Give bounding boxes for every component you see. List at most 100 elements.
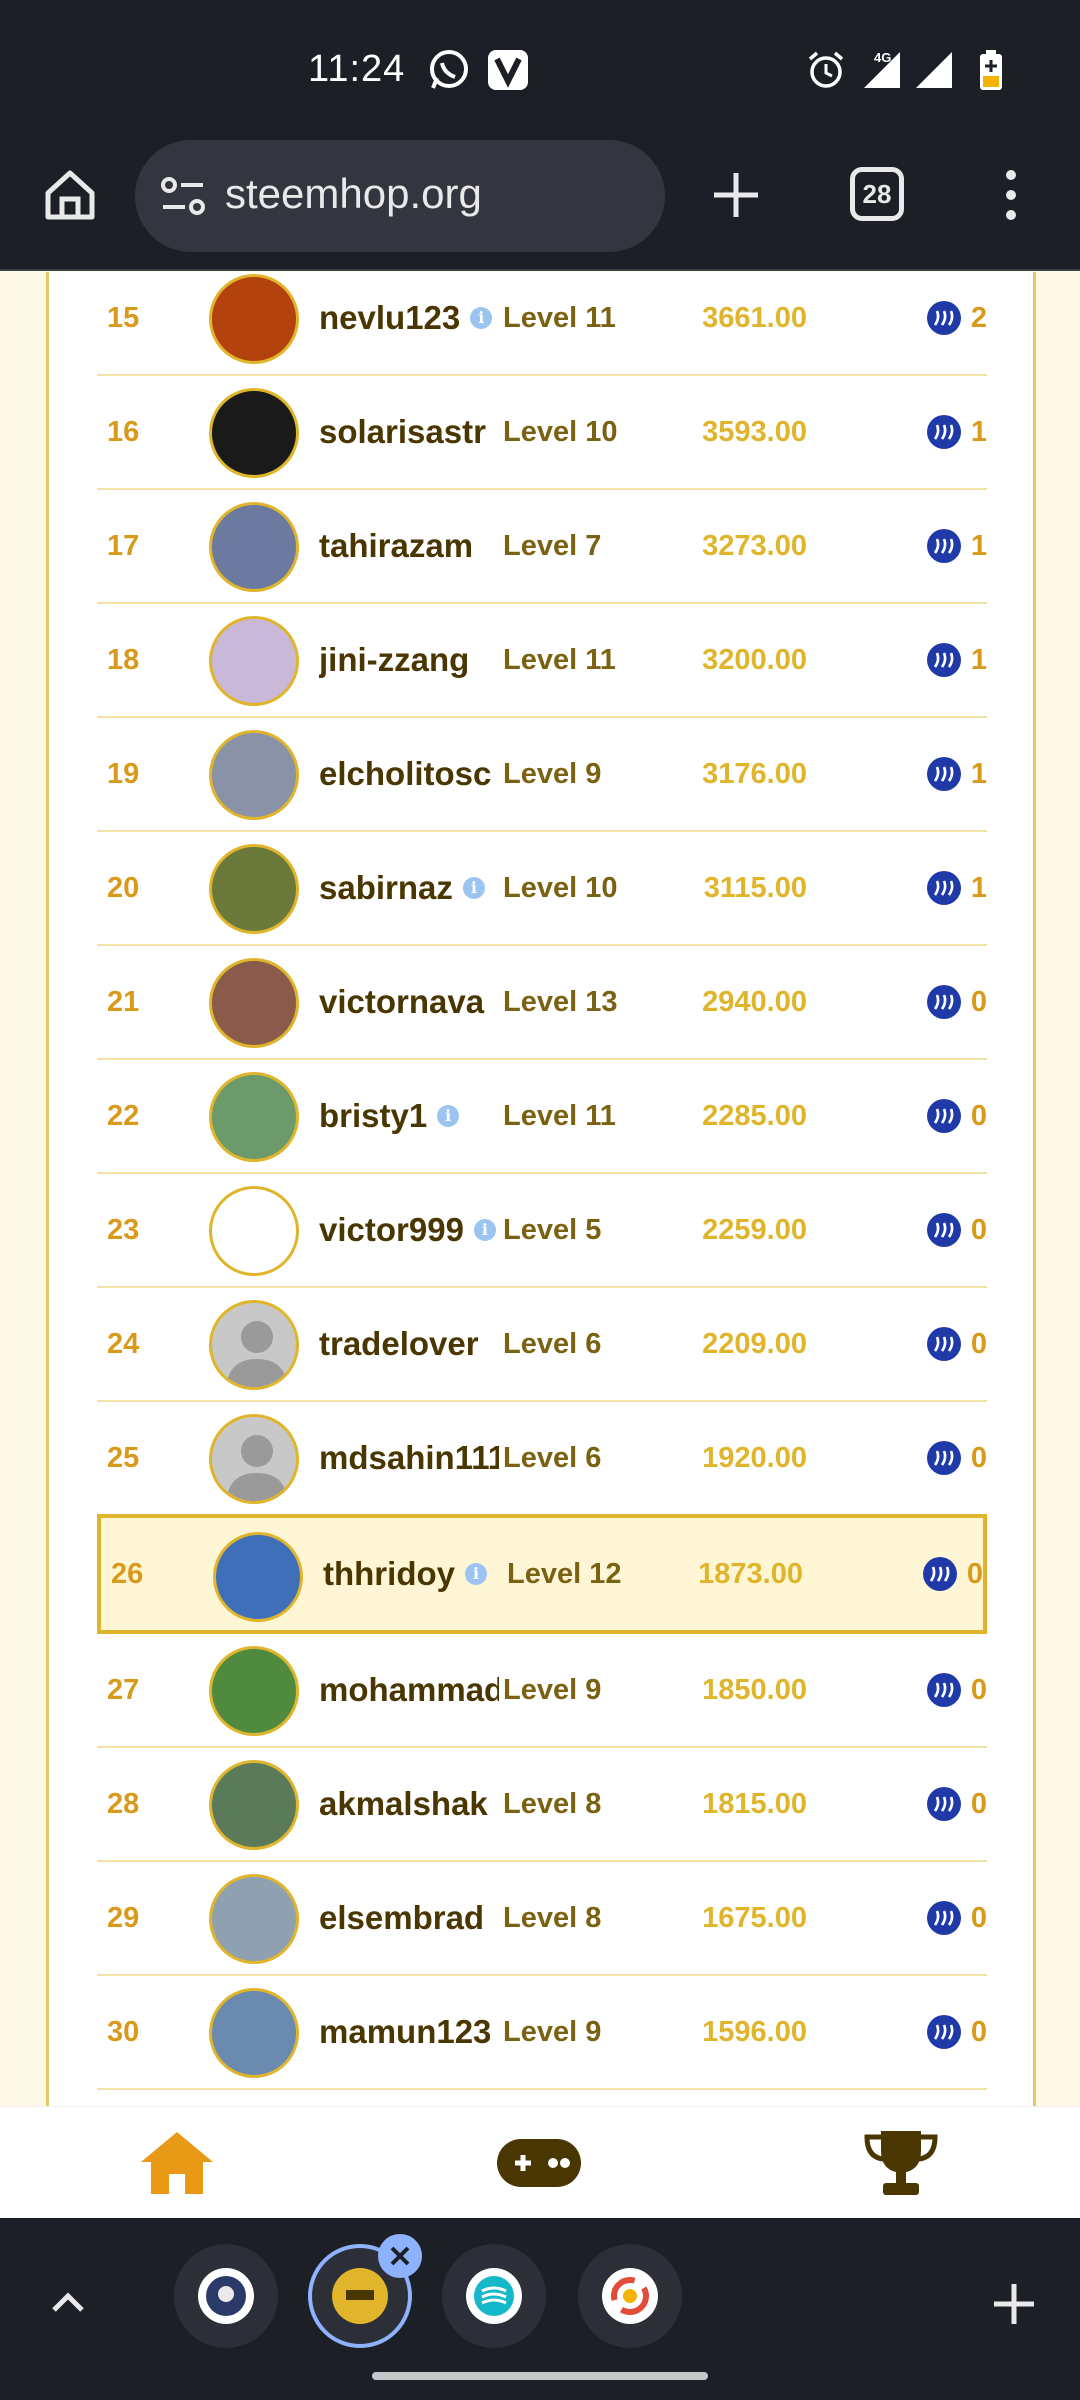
username[interactable]: solarisastr <box>319 376 499 488</box>
steem-icon <box>926 1441 961 1475</box>
rank-number: 25 <box>107 1441 140 1474</box>
steem-icon <box>926 415 961 449</box>
leaderboard-row[interactable]: 20 sabirnaz i Level 10 3115.00 1 <box>97 832 987 946</box>
tab-switcher-button[interactable]: 28 <box>850 167 904 221</box>
leaderboard-row[interactable]: 18 jini-zzang Level 11 3200.00 1 <box>97 604 987 718</box>
leaderboard-row[interactable]: 28 akmalshak Level 8 1815.00 0 <box>97 1748 987 1862</box>
score-value: 3200.00 <box>702 643 807 676</box>
leaderboard-row[interactable]: 15 nevlu123 i Level 11 3661.00 2 <box>97 272 987 376</box>
info-icon[interactable]: i <box>470 307 493 329</box>
level-label: Level 10 <box>503 871 618 904</box>
rank-number: 26 <box>111 1557 144 1590</box>
rank-number: 16 <box>107 415 140 448</box>
avatar[interactable] <box>213 1532 303 1622</box>
avatar[interactable] <box>209 1646 299 1736</box>
leaderboard-row[interactable]: 24 tradelover Level 6 2209.00 0 <box>97 1288 987 1402</box>
trophy-icon[interactable] <box>856 2125 946 2201</box>
username[interactable]: bristy1 i <box>319 1060 499 1172</box>
avatar[interactable] <box>209 388 299 478</box>
tab-1[interactable] <box>174 2244 278 2348</box>
steem-count: 0 <box>970 1213 987 1246</box>
avatar[interactable] <box>209 1072 299 1162</box>
avatar[interactable] <box>209 1874 299 1964</box>
level-label: Level 11 <box>503 301 616 334</box>
username[interactable]: mdsahin111 <box>319 1402 499 1514</box>
avatar[interactable] <box>209 616 299 706</box>
avatar[interactable] <box>209 1760 299 1850</box>
score-value: 2259.00 <box>702 1213 807 1246</box>
tab-4[interactable] <box>578 2244 682 2348</box>
rank-number: 15 <box>107 301 140 334</box>
username[interactable]: victor999 i <box>319 1174 499 1286</box>
steem-reward: 0 <box>926 1862 987 1974</box>
steem-count: 0 <box>970 1099 987 1132</box>
leaderboard-row[interactable]: 19 elcholitosc Level 9 3176.00 1 <box>97 718 987 832</box>
chevron-up-icon[interactable] <box>44 2278 92 2326</box>
more-menu-icon[interactable] <box>996 165 1026 225</box>
username[interactable]: elcholitosc <box>319 718 499 830</box>
rank-number: 17 <box>107 529 140 562</box>
leaderboard-row[interactable]: 23 victor999 i Level 5 2259.00 0 <box>97 1174 987 1288</box>
leaderboard-row[interactable]: 30 mamun123 Level 9 1596.00 0 <box>97 1976 987 2090</box>
level-label: Level 6 <box>503 1441 602 1474</box>
avatar[interactable] <box>209 274 299 364</box>
steem-count: 1 <box>970 643 987 676</box>
username[interactable]: tahirazam <box>319 490 499 602</box>
leaderboard-row[interactable]: 29 elsembrad Level 8 1675.00 0 <box>97 1862 987 1976</box>
avatar[interactable] <box>209 1300 299 1390</box>
username-text: tradelover <box>319 1325 479 1362</box>
score-value: 3115.00 <box>703 871 807 904</box>
steem-reward: 1 <box>926 490 987 602</box>
tab-favicon-steemhop <box>332 2268 388 2324</box>
steem-icon <box>926 871 961 905</box>
avatar[interactable] <box>209 844 299 934</box>
username[interactable]: tradelover <box>319 1288 499 1400</box>
username[interactable]: thhridoy i <box>323 1518 503 1630</box>
username[interactable]: mamun123 <box>319 1976 499 2088</box>
tab-steemhop-active[interactable] <box>308 2234 422 2348</box>
username-text: nevlu123 <box>319 299 461 336</box>
username[interactable]: mohammad <box>319 1634 499 1746</box>
score-value: 3661.00 <box>702 301 807 334</box>
close-tab-icon[interactable] <box>378 2234 422 2278</box>
username[interactable]: elsembrad <box>319 1862 499 1974</box>
new-tab-plus-icon[interactable] <box>988 2278 1040 2330</box>
avatar[interactable] <box>209 1414 299 1504</box>
tab-3[interactable] <box>442 2244 546 2348</box>
level-label: Level 8 <box>503 1787 602 1820</box>
leaderboard-row[interactable]: 22 bristy1 i Level 11 2285.00 0 <box>97 1060 987 1174</box>
steem-icon <box>926 757 961 791</box>
site-settings-icon[interactable] <box>159 174 207 218</box>
browser-home-icon[interactable] <box>40 165 100 225</box>
leaderboard-row[interactable]: 16 solarisastr Level 10 3593.00 1 <box>97 376 987 490</box>
info-icon[interactable]: i <box>437 1105 460 1127</box>
username[interactable]: sabirnaz i <box>319 832 499 944</box>
home-icon[interactable] <box>132 2125 222 2201</box>
avatar[interactable] <box>209 1186 299 1276</box>
avatar[interactable] <box>209 730 299 820</box>
info-icon[interactable]: i <box>462 877 485 899</box>
steem-reward: 0 <box>926 1060 987 1172</box>
username[interactable]: jini-zzang <box>319 604 499 716</box>
address-bar[interactable]: steemhop.org <box>135 140 665 252</box>
avatar[interactable] <box>209 502 299 592</box>
gamepad-icon[interactable] <box>494 2125 584 2201</box>
leaderboard-row[interactable]: 17 tahirazam Level 7 3273.00 1 <box>97 490 987 604</box>
username[interactable]: nevlu123 i <box>319 272 499 374</box>
level-label: Level 6 <box>503 1327 602 1360</box>
avatar[interactable] <box>209 1988 299 2078</box>
level-label: Level 11 <box>503 1099 616 1132</box>
new-tab-icon[interactable] <box>706 165 766 225</box>
info-icon[interactable]: i <box>473 1219 496 1241</box>
browser-toolbar: steemhop.org 28 <box>0 135 1080 271</box>
info-icon[interactable]: i <box>464 1563 487 1585</box>
leaderboard-row[interactable]: 21 victornava Level 13 2940.00 0 <box>97 946 987 1060</box>
steem-count: 0 <box>970 1901 987 1934</box>
steem-reward: 0 <box>926 1748 987 1860</box>
avatar[interactable] <box>209 958 299 1048</box>
username[interactable]: victornava <box>319 946 499 1058</box>
leaderboard-row-current-user[interactable]: 26 thhridoy i Level 12 1873.00 0 <box>97 1514 987 1634</box>
leaderboard-row[interactable]: 25 mdsahin111 Level 6 1920.00 0 <box>97 1402 987 1516</box>
username[interactable]: akmalshak <box>319 1748 499 1860</box>
leaderboard-row[interactable]: 27 mohammad Level 9 1850.00 0 <box>97 1634 987 1748</box>
